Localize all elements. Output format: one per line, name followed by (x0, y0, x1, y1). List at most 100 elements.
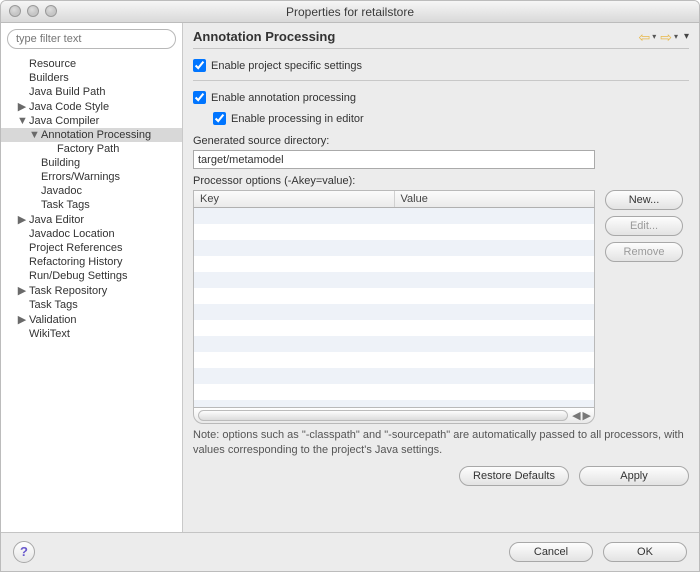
tree-item-label: Task Tags (29, 299, 78, 311)
tree-item[interactable]: Factory Path (1, 142, 182, 156)
enable-annotation-processing-row[interactable]: Enable annotation processing (193, 91, 689, 104)
expanded-icon[interactable]: ▼ (29, 129, 39, 141)
enable-processing-in-editor-label: Enable processing in editor (231, 113, 364, 125)
tree-item-label: WikiText (29, 328, 70, 340)
tree-item[interactable]: Building (1, 156, 182, 170)
column-key[interactable]: Key (194, 191, 395, 207)
table-body[interactable] (193, 208, 595, 408)
table-row[interactable] (194, 352, 594, 368)
property-tree[interactable]: ResourceBuildersJava Build Path▶Java Cod… (1, 55, 182, 532)
tree-item-label: Javadoc (41, 185, 82, 197)
table-row[interactable] (194, 368, 594, 384)
table-row[interactable] (194, 336, 594, 352)
tree-item[interactable]: Javadoc Location (1, 227, 182, 241)
tree-item[interactable]: Resource (1, 57, 182, 71)
tree-item[interactable]: ▶Java Code Style (1, 99, 182, 114)
note-text: Note: options such as "-classpath" and "… (193, 428, 688, 458)
tree-item[interactable]: Refactoring History (1, 255, 182, 269)
generated-source-dir-label: Generated source directory: (193, 135, 689, 147)
tree-item[interactable]: Errors/Warnings (1, 170, 182, 184)
tree-item[interactable]: ▼Annotation Processing (1, 128, 182, 142)
enable-annotation-processing-label: Enable annotation processing (211, 92, 356, 104)
nav-forward[interactable]: ⇨▾ (660, 30, 678, 44)
tree-item[interactable]: Java Build Path (1, 85, 182, 99)
new-button[interactable]: New... (605, 190, 683, 210)
tree-item-label: Task Tags (41, 199, 90, 211)
help-button[interactable]: ? (13, 541, 35, 563)
table-row[interactable] (194, 320, 594, 336)
close-window-button[interactable] (9, 5, 21, 17)
ok-button[interactable]: OK (603, 542, 687, 562)
tree-item[interactable]: Task Tags (1, 298, 182, 312)
column-value[interactable]: Value (395, 191, 595, 207)
collapsed-icon[interactable]: ▶ (17, 213, 27, 226)
tree-item-label: Refactoring History (29, 256, 123, 268)
tree-item-label: Errors/Warnings (41, 171, 120, 183)
collapsed-icon[interactable]: ▶ (17, 100, 27, 113)
nav-back[interactable]: ⇦▾ (638, 30, 656, 44)
restore-defaults-button[interactable]: Restore Defaults (459, 466, 569, 486)
zoom-window-button[interactable] (45, 5, 57, 17)
scrollbar-thumb[interactable] (198, 410, 568, 421)
table-header: Key Value (193, 190, 595, 208)
processor-options-table[interactable]: Key Value ◀▶ (193, 190, 595, 424)
table-row[interactable] (194, 304, 594, 320)
tree-item[interactable]: Run/Debug Settings (1, 269, 182, 283)
tree-item[interactable]: ▼Java Compiler (1, 114, 182, 128)
table-row[interactable] (194, 208, 594, 224)
table-row[interactable] (194, 384, 594, 400)
arrow-left-icon: ⇦ (638, 30, 650, 44)
tree-item-label: Project References (29, 242, 123, 254)
collapsed-icon[interactable]: ▶ (17, 284, 27, 297)
page-header: Annotation Processing ⇦▾ ⇨▾ ▾ (193, 29, 689, 49)
enable-project-specific-row[interactable]: Enable project specific settings (193, 59, 689, 72)
tree-item[interactable]: ▶Java Editor (1, 212, 182, 227)
table-row[interactable] (194, 400, 594, 408)
view-menu[interactable]: ▾ (684, 31, 689, 42)
table-row[interactable] (194, 288, 594, 304)
cancel-button[interactable]: Cancel (509, 542, 593, 562)
minimize-window-button[interactable] (27, 5, 39, 17)
tree-item-label: Task Repository (29, 285, 107, 297)
tree-item[interactable]: ▶Validation (1, 312, 182, 327)
tree-item-label: Java Code Style (29, 101, 109, 113)
enable-processing-in-editor-checkbox[interactable] (213, 112, 226, 125)
table-row[interactable] (194, 256, 594, 272)
tree-item-label: Java Build Path (29, 86, 105, 98)
window-controls (9, 5, 57, 17)
edit-button[interactable]: Edit... (605, 216, 683, 236)
filter-input[interactable] (7, 29, 176, 49)
table-row[interactable] (194, 272, 594, 288)
tree-item[interactable]: Project References (1, 241, 182, 255)
tree-item-label: Builders (29, 72, 69, 84)
horizontal-scrollbar[interactable]: ◀▶ (193, 408, 595, 424)
table-row[interactable] (194, 240, 594, 256)
scrollbar-buttons: ◀▶ (572, 409, 591, 422)
tree-item[interactable]: ▶Task Repository (1, 283, 182, 298)
scroll-right-icon[interactable]: ▶ (583, 409, 591, 422)
separator (193, 80, 689, 81)
enable-annotation-processing-checkbox[interactable] (193, 91, 206, 104)
tree-item[interactable]: Javadoc (1, 184, 182, 198)
page-action-row: Restore Defaults Apply (193, 466, 689, 486)
enable-processing-in-editor-row[interactable]: Enable processing in editor (213, 112, 689, 125)
tree-item[interactable]: Task Tags (1, 198, 182, 212)
content-area: Annotation Processing ⇦▾ ⇨▾ ▾ Enable pro… (183, 23, 699, 532)
collapsed-icon[interactable]: ▶ (17, 313, 27, 326)
tree-item-label: Javadoc Location (29, 228, 115, 240)
remove-button[interactable]: Remove (605, 242, 683, 262)
expanded-icon[interactable]: ▼ (17, 115, 27, 127)
page-title: Annotation Processing (193, 29, 634, 44)
titlebar[interactable]: Properties for retailstore (1, 1, 699, 23)
generated-source-dir-input[interactable] (193, 150, 595, 169)
scroll-left-icon[interactable]: ◀ (572, 409, 580, 422)
table-row[interactable] (194, 224, 594, 240)
enable-project-specific-checkbox[interactable] (193, 59, 206, 72)
window-title: Properties for retailstore (1, 5, 699, 19)
apply-button[interactable]: Apply (579, 466, 689, 486)
tree-item[interactable]: WikiText (1, 327, 182, 341)
properties-dialog: Properties for retailstore ResourceBuild… (0, 0, 700, 572)
tree-item[interactable]: Builders (1, 71, 182, 85)
chevron-down-icon: ▾ (674, 32, 678, 41)
tree-item-label: Run/Debug Settings (29, 270, 127, 282)
